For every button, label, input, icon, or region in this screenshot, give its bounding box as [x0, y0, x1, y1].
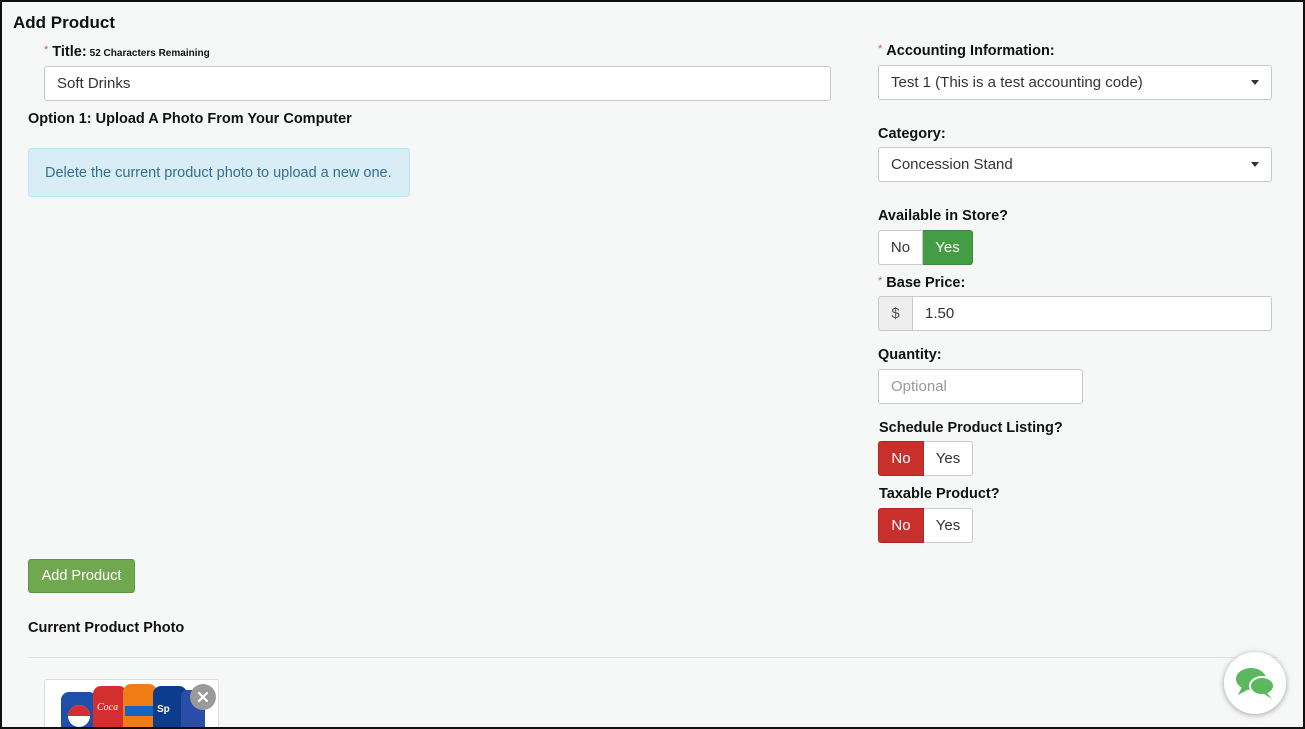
divider: [28, 657, 1278, 658]
svg-text:Coca: Coca: [97, 702, 118, 713]
category-selected: Concession Stand: [891, 156, 1013, 173]
chat-button[interactable]: [1224, 652, 1286, 714]
taxable-yes-button[interactable]: Yes: [924, 508, 973, 543]
category-select[interactable]: Concession Stand: [878, 147, 1272, 182]
accounting-label-group: * Accounting Information:: [878, 43, 1055, 59]
available-label: Available in Store?: [878, 208, 1008, 224]
schedule-label: Schedule Product Listing?: [879, 420, 1063, 436]
title-label: Title:: [52, 44, 87, 60]
svg-text:Sp: Sp: [157, 704, 170, 715]
available-yes-button[interactable]: Yes: [923, 230, 973, 265]
accounting-select[interactable]: Test 1 (This is a test accounting code): [878, 65, 1272, 100]
required-mark: *: [878, 275, 883, 287]
schedule-toggle: No Yes: [878, 441, 973, 476]
quantity-label: Quantity:: [878, 347, 942, 363]
caret-down-icon: [1251, 80, 1259, 85]
title-input[interactable]: Soft Drinks: [44, 66, 831, 101]
currency-addon: $: [878, 296, 913, 331]
add-product-window: Add Product * Title: 52 Characters Remaini…: [0, 0, 1305, 729]
taxable-toggle: No Yes: [878, 508, 973, 543]
upload-notice-text: Delete the current product photo to uplo…: [45, 164, 392, 181]
category-label: Category:: [878, 126, 946, 142]
upload-heading: Option 1: Upload A Photo From Your Compu…: [28, 111, 352, 127]
caret-down-icon: [1251, 162, 1259, 167]
quantity-input[interactable]: Optional: [878, 369, 1083, 404]
required-mark: *: [878, 43, 883, 55]
chat-bubbles-icon: [1236, 668, 1275, 699]
page-title: Add Product: [13, 13, 115, 32]
close-circle-icon[interactable]: [190, 684, 216, 710]
schedule-yes-button[interactable]: Yes: [924, 441, 973, 476]
required-mark: *: [44, 44, 49, 56]
available-no-button[interactable]: No: [878, 230, 923, 265]
current-photo-heading: Current Product Photo: [28, 620, 185, 636]
base-price-label-group: * Base Price:: [878, 275, 965, 291]
taxable-no-button[interactable]: No: [878, 508, 924, 543]
accounting-selected: Test 1 (This is a test accounting code): [891, 74, 1143, 91]
chars-remaining: 52 Characters Remaining: [89, 48, 210, 59]
upload-notice: Delete the current product photo to uplo…: [28, 148, 410, 197]
base-price-value: 1.50: [925, 305, 955, 322]
product-photo-thumbnail: Coca Sp: [44, 679, 219, 727]
title-label-group: * Title: 52 Characters Remaining: [44, 44, 210, 60]
schedule-no-button[interactable]: No: [878, 441, 924, 476]
accounting-label: Accounting Information:: [886, 43, 1055, 59]
base-price-input[interactable]: 1.50: [912, 296, 1272, 331]
base-price-label: Base Price:: [886, 275, 966, 291]
taxable-label: Taxable Product?: [879, 486, 1000, 502]
quantity-placeholder: Optional: [891, 378, 947, 395]
add-product-button[interactable]: Add Product: [28, 559, 135, 593]
title-input-value: Soft Drinks: [57, 75, 131, 92]
available-toggle: No Yes: [878, 230, 973, 265]
